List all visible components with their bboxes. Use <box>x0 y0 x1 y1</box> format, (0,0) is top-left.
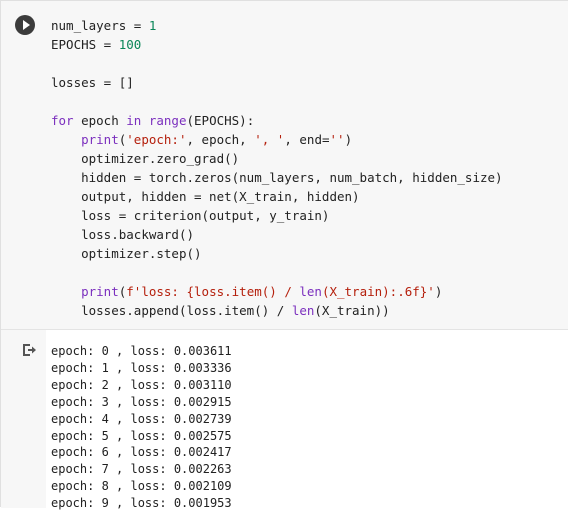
output-arrow-icon[interactable] <box>21 342 37 358</box>
code-line: loss.backward() <box>81 227 194 242</box>
output-gutter <box>1 330 46 508</box>
code-line: optimizer.step() <box>81 246 202 261</box>
code-line: num_layers = 1 <box>51 18 157 33</box>
code-line: output, hidden = net(X_train, hidden) <box>81 189 360 204</box>
output-line: epoch: 6 , loss: 0.002417 <box>51 445 232 460</box>
code-editor[interactable]: num_layers = 1 EPOCHS = 100 losses = [] f… <box>1 1 568 330</box>
output-line: epoch: 2 , loss: 0.003110 <box>51 377 232 392</box>
code-line: EPOCHS = 100 <box>51 37 142 52</box>
output-line: epoch: 9 , loss: 0.001953 <box>51 496 232 511</box>
output-line: epoch: 0 , loss: 0.003611 <box>51 344 232 358</box>
output-line: epoch: 4 , loss: 0.002739 <box>51 411 232 426</box>
output-line: epoch: 8 , loss: 0.002109 <box>51 479 232 494</box>
code-line: print(f'loss: {loss.item() / len(X_train… <box>81 284 443 299</box>
play-icon <box>23 20 30 30</box>
output-line: epoch: 7 , loss: 0.002263 <box>51 462 232 477</box>
code-line: loss = criterion(output, y_train) <box>81 208 330 223</box>
code-text[interactable]: num_layers = 1 EPOCHS = 100 losses = [] f… <box>51 16 503 320</box>
run-cell-button[interactable] <box>15 15 35 35</box>
code-line: optimizer.zero_grad() <box>81 151 240 166</box>
output-line: epoch: 5 , loss: 0.002575 <box>51 428 232 443</box>
notebook-cell: num_layers = 1 EPOCHS = 100 losses = [] f… <box>0 0 568 510</box>
code-line: losses.append(loss.item() / len(X_train)… <box>81 303 390 318</box>
code-line: for epoch in range(EPOCHS): <box>51 113 255 128</box>
code-line: print('epoch:', epoch, ', ', end='') <box>81 132 353 147</box>
code-line: hidden = torch.zeros(num_layers, num_bat… <box>81 170 503 185</box>
output-line: epoch: 1 , loss: 0.003336 <box>51 360 232 375</box>
output-text: epoch: 0 , loss: 0.003611 epoch: 1 , loss… <box>51 343 232 512</box>
output-line: epoch: 3 , loss: 0.002915 <box>51 394 232 409</box>
cell-output: epoch: 0 , loss: 0.003611 epoch: 1 , loss… <box>1 330 568 510</box>
code-line: losses = [] <box>51 75 134 90</box>
